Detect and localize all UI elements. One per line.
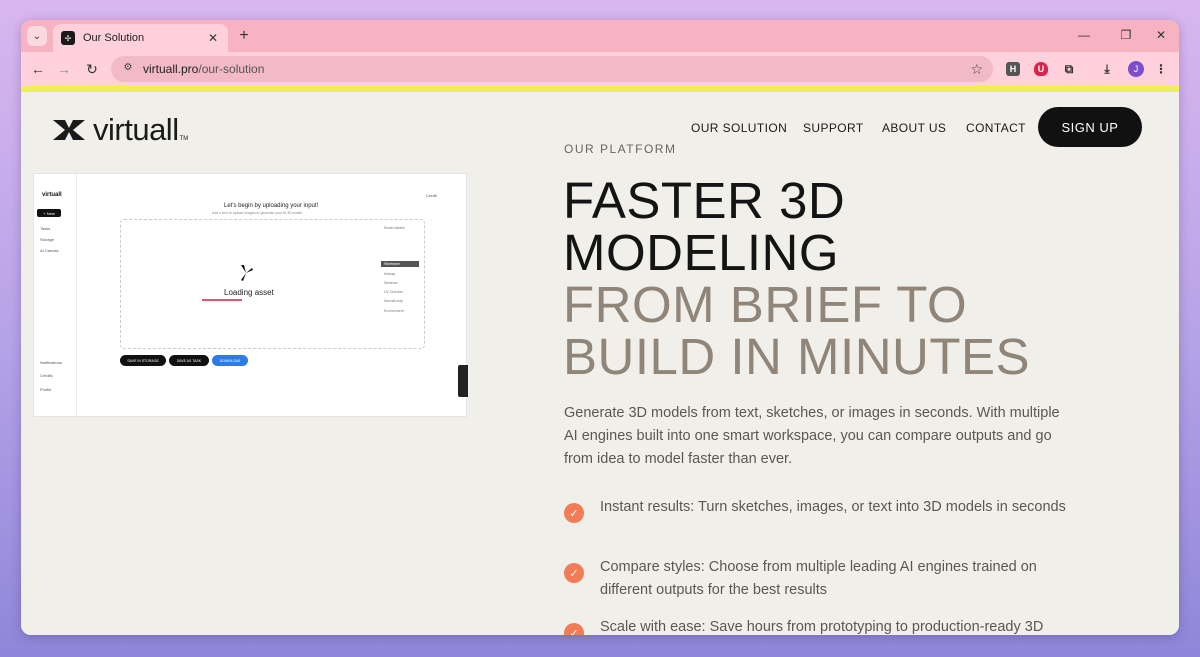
preview-loading-text: Loading asset bbox=[224, 288, 274, 297]
virtuall-logo-icon bbox=[53, 120, 85, 140]
nav-contact[interactable]: CONTACT bbox=[966, 121, 1026, 135]
preview-brand: virtuall bbox=[42, 192, 62, 198]
forward-button[interactable]: → bbox=[55, 61, 73, 77]
preview-new-button: + New bbox=[37, 209, 61, 217]
check-icon: ✓ bbox=[564, 503, 584, 523]
feature-item: ✓ Compare styles: Choose from multiple l… bbox=[564, 556, 1084, 602]
hero-lead: Generate 3D models from text, sketches, … bbox=[564, 405, 1060, 467]
platform-preview-image: virtuall + New Tasks Storage AI Canvas N… bbox=[33, 173, 468, 417]
url-host: virtuall.pro bbox=[143, 62, 199, 76]
address-bar[interactable]: ⚙ virtuall.pro/our-solution ☆ bbox=[111, 56, 993, 82]
tab-search-button[interactable]: ⌄ bbox=[27, 26, 47, 46]
preview-subtitle: Add a text or upload images to generate … bbox=[212, 211, 303, 215]
minimize-icon: — bbox=[1078, 28, 1090, 42]
arrow-right-icon: → bbox=[57, 61, 71, 77]
back-button[interactable]: ← bbox=[29, 61, 47, 77]
feature-text: Instant results: Turn sketches, images, … bbox=[600, 499, 1066, 515]
chevron-down-icon: ⌄ bbox=[32, 30, 42, 42]
sign-up-button[interactable]: SIGN UP bbox=[1038, 107, 1142, 147]
hero-eyebrow: OUR PLATFORM bbox=[564, 142, 677, 156]
close-icon[interactable]: ✕ bbox=[206, 31, 220, 45]
preview-title: Let's begin by uploading your input! bbox=[224, 203, 319, 209]
extension-h-icon[interactable]: H bbox=[1006, 62, 1020, 76]
preview-feedback-tab bbox=[458, 365, 468, 397]
preview-save-storage-button: SAVE IN STORAGE bbox=[120, 355, 166, 366]
virtuall-favicon-icon: ✢ bbox=[61, 31, 75, 45]
profile-initial: J bbox=[1133, 64, 1139, 74]
browser-window: ⌄ ✢ Our Solution ✕ + — ❐ ✕ ← → ↻ ⚙ virtu… bbox=[21, 20, 1179, 635]
feature-text: Compare styles: Choose from multiple lea… bbox=[600, 559, 1037, 598]
logo-text: virtuall bbox=[93, 112, 179, 147]
site-logo[interactable]: virtuall TM bbox=[51, 112, 188, 148]
tab-title: Our Solution bbox=[83, 32, 145, 44]
reload-icon: ↻ bbox=[86, 61, 98, 77]
plus-icon: + bbox=[239, 27, 249, 44]
preview-side-item: Profile bbox=[40, 387, 52, 392]
page-content: virtuall TM OUR SOLUTION SUPPORT ABOUT U… bbox=[21, 92, 1179, 635]
preview-loading-logo-icon bbox=[241, 265, 253, 281]
preview-save-task-button: SAVE AS TASK bbox=[169, 355, 209, 366]
tab-our-solution[interactable]: ✢ Our Solution ✕ bbox=[53, 24, 228, 52]
tab-strip: ⌄ ✢ Our Solution ✕ + — ❐ ✕ bbox=[21, 20, 1179, 52]
restore-icon: ❐ bbox=[1120, 28, 1132, 42]
nav-our-solution[interactable]: OUR SOLUTION bbox=[691, 121, 787, 135]
browser-toolbar: ← → ↻ ⚙ virtuall.pro/our-solution ☆ H U … bbox=[21, 52, 1179, 86]
hero-headline-line: MODELING bbox=[563, 224, 840, 281]
preview-drop-zone bbox=[120, 219, 425, 349]
preview-panel-item: Matcap bbox=[384, 272, 396, 276]
extension-shield-icon[interactable]: U bbox=[1034, 62, 1048, 76]
bookmark-star-icon[interactable]: ☆ bbox=[970, 61, 983, 78]
extensions-puzzle-icon[interactable]: ⧉ bbox=[1062, 62, 1076, 76]
preview-panel-item: Model details bbox=[384, 226, 405, 230]
download-icon[interactable]: ⤓ bbox=[1100, 62, 1114, 76]
preview-credit: Credit bbox=[426, 193, 437, 198]
new-tab-button[interactable]: + bbox=[235, 27, 253, 45]
reload-button[interactable]: ↻ bbox=[83, 61, 101, 78]
check-icon: ✓ bbox=[564, 563, 584, 583]
feature-item: ✓ Scale with ease: Save hours from proto… bbox=[564, 616, 1084, 635]
site-info-icon[interactable]: ⚙ bbox=[121, 62, 135, 76]
preview-progress-bar bbox=[202, 299, 242, 301]
preview-side-item: AI Canvas bbox=[40, 248, 59, 253]
preview-panel-item: Normal map bbox=[384, 299, 404, 303]
nav-support[interactable]: SUPPORT bbox=[803, 121, 864, 135]
feature-text: Scale with ease: Save hours from prototy… bbox=[600, 619, 1044, 635]
close-icon: ✕ bbox=[1155, 28, 1167, 42]
restore-button[interactable]: ❐ bbox=[1118, 28, 1134, 42]
preview-panel-item: Wireframe bbox=[384, 262, 401, 266]
extension-u-label: U bbox=[1037, 64, 1045, 74]
extension-h-label: H bbox=[1009, 64, 1017, 74]
preview-panel-item: Environment bbox=[384, 309, 404, 313]
preview-side-item: Tasks bbox=[40, 226, 51, 231]
preview-panel-item: Skeleton bbox=[384, 281, 398, 285]
preview-side-item: Credits bbox=[40, 373, 53, 378]
preview-side-item: Storage bbox=[40, 237, 55, 242]
check-icon: ✓ bbox=[564, 623, 584, 635]
kebab-menu-icon[interactable]: ⋮ bbox=[1154, 62, 1168, 76]
url-path: /our-solution bbox=[198, 62, 265, 76]
close-window-button[interactable]: ✕ bbox=[1153, 28, 1169, 42]
profile-avatar[interactable]: J bbox=[1128, 61, 1144, 77]
preview-download-button: DOWNLOAD bbox=[212, 355, 248, 366]
arrow-left-icon: ← bbox=[31, 61, 45, 77]
hero-headline-line: BUILD IN MINUTES bbox=[563, 328, 1031, 385]
logo-trademark: TM bbox=[179, 136, 189, 142]
preview-side-item: Notifications bbox=[40, 360, 62, 365]
hero-headline-line: FROM BRIEF TO bbox=[563, 276, 968, 333]
preview-panel-item: UV Checker bbox=[384, 290, 403, 294]
feature-item: ✓ Instant results: Turn sketches, images… bbox=[564, 496, 1084, 523]
nav-about-us[interactable]: ABOUT US bbox=[882, 121, 946, 135]
hero-headline-line: FASTER 3D bbox=[563, 172, 846, 229]
minimize-button[interactable]: — bbox=[1076, 28, 1092, 42]
